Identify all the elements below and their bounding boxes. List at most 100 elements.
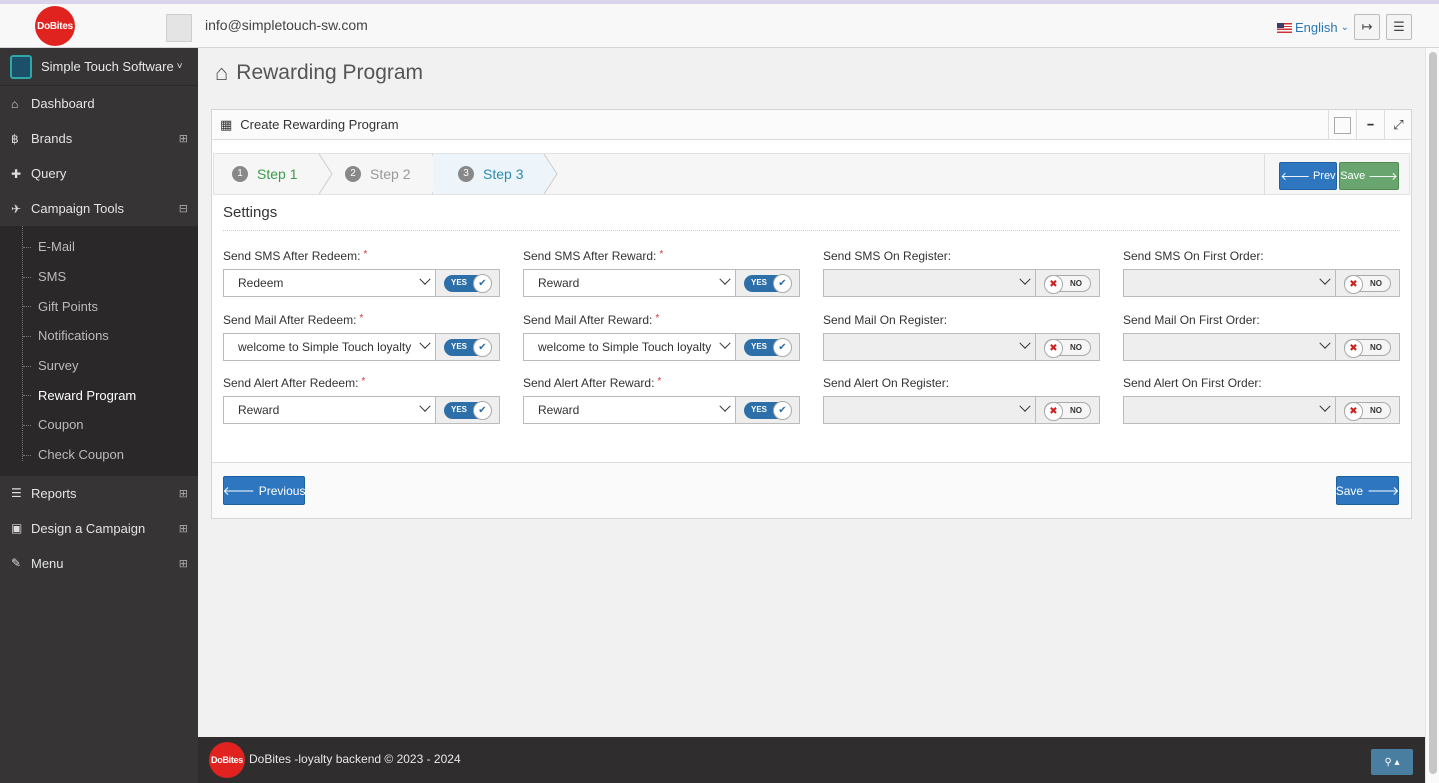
sidebar-item-dashboard[interactable]: ⌂ Dashboard (0, 86, 198, 121)
save-button[interactable]: Save 🡒 (1336, 476, 1399, 505)
sidebar-item-reports[interactable]: ☰ Reports ⊞ (0, 476, 198, 511)
x-icon: ✖ (1044, 338, 1063, 358)
field-label: Send Alert On First Order: (1123, 376, 1400, 390)
sidebar-subitem-reward-program[interactable]: Reward Program (0, 380, 198, 410)
enable-toggle[interactable]: NO ✖ (1044, 401, 1091, 421)
puzzle-icon: ✚ (11, 166, 22, 181)
user-email: info@simpletouch-sw.com (205, 17, 368, 33)
template-select[interactable] (823, 333, 1036, 361)
required-marker: * (359, 313, 364, 324)
template-select[interactable] (1123, 396, 1336, 424)
hamburger-icon: ☰ (1393, 19, 1405, 34)
field-label: Send Mail On First Order: (1123, 313, 1400, 327)
square-icon (1334, 116, 1351, 134)
enable-toggle[interactable]: NO ✖ (1044, 274, 1091, 294)
sidebar-item-query[interactable]: ✚ Query (0, 156, 198, 191)
select-value: Reward (538, 276, 580, 290)
prev-step-button[interactable]: 🡐 Prev (1279, 162, 1337, 190)
logout-button[interactable]: ↦ (1354, 14, 1380, 40)
enable-toggle[interactable]: YES ✔ (444, 273, 492, 293)
sidebar-item-menu[interactable]: ✎ Menu ⊞ (0, 546, 198, 581)
toggle-label: NO (1370, 342, 1382, 352)
table-icon: ▦ (220, 116, 233, 132)
template-select[interactable]: Reward (223, 396, 436, 424)
toggle-container: NO ✖ (1336, 396, 1400, 424)
panel-fullscreen-button[interactable]: ⤢ (1384, 110, 1412, 140)
sidebar-subitem-coupon[interactable]: Coupon (0, 410, 198, 440)
campaign-tools-submenu: E-Mail SMS Gift Points Notifications Sur… (0, 226, 198, 476)
wizard-step-2[interactable]: 2 Step 2 (345, 154, 410, 194)
enable-toggle[interactable]: NO ✖ (1344, 401, 1391, 421)
sidebar-item-label: Reports (31, 485, 77, 501)
user-avatar[interactable] (166, 14, 192, 42)
enable-toggle[interactable]: NO ✖ (1344, 338, 1391, 358)
home-icon: ⌂ (215, 60, 229, 85)
template-select[interactable]: welcome to Simple Touch loyalty (223, 333, 436, 361)
site-selector[interactable]: Simple Touch Software ˅ (0, 48, 198, 86)
enable-toggle[interactable]: YES ✔ (744, 273, 792, 293)
check-icon: ✔ (773, 337, 792, 357)
template-select[interactable]: welcome to Simple Touch loyalty (523, 333, 736, 361)
x-icon: ✖ (1344, 338, 1363, 358)
save-top-button[interactable]: Save 🡒 (1339, 162, 1399, 190)
sidebar-subitem-email[interactable]: E-Mail (0, 232, 198, 262)
panel-minimize-button[interactable]: ━ (1356, 110, 1384, 140)
field-label: Send Alert On Register: (823, 376, 1100, 390)
panel-color-button[interactable] (1328, 110, 1356, 140)
field-label: Send SMS After Reward: * (523, 249, 800, 263)
us-flag-icon (1277, 22, 1292, 33)
previous-button[interactable]: 🡐 Previous (223, 476, 305, 505)
template-select[interactable] (1123, 269, 1336, 297)
scroll-to-top-button[interactable]: ⚲ ▴ (1371, 749, 1413, 775)
enable-toggle[interactable]: YES ✔ (744, 337, 792, 357)
sidebar-item-label: Dashboard (31, 96, 95, 111)
enable-toggle[interactable]: YES ✔ (744, 400, 792, 420)
toggle-label: NO (1370, 278, 1382, 288)
sidebar-item-campaign-tools[interactable]: ✈ Campaign Tools ⊟ (0, 191, 198, 226)
sidebar-subitem-check-coupon[interactable]: Check Coupon (0, 440, 198, 470)
template-select[interactable] (823, 269, 1036, 297)
chevron-down-icon: ⌄ (1340, 22, 1350, 33)
chevron-down-icon (1319, 273, 1331, 285)
toggle-label: YES (751, 277, 768, 287)
sidebar-subitem-gift-points[interactable]: Gift Points (0, 291, 198, 321)
required-marker: * (659, 249, 664, 260)
template-select[interactable] (1123, 333, 1336, 361)
copyright-text: DoBites -loyalty backend © 2023 - 2024 (249, 752, 461, 766)
toggle-label: NO (1070, 278, 1082, 288)
menu-toggle-button[interactable]: ☰ (1386, 14, 1412, 40)
language-selector[interactable]: English ⌄ (1277, 20, 1349, 35)
check-icon: ✔ (773, 400, 792, 420)
panel-footer: 🡐 Previous Save 🡒 (212, 462, 1411, 518)
expand-icon: ⊞ (178, 487, 188, 500)
wizard-step-1[interactable]: 1 Step 1 (232, 154, 297, 194)
enable-toggle[interactable]: YES ✔ (444, 337, 492, 357)
template-select[interactable]: Reward (523, 269, 736, 297)
template-select[interactable] (823, 396, 1036, 424)
template-select[interactable]: Redeem (223, 269, 436, 297)
sidebar-item-brands[interactable]: ฿ Brands ⊞ (0, 121, 198, 156)
required-marker: * (361, 376, 366, 387)
sidebar-item-design-campaign[interactable]: ▣ Design a Campaign ⊞ (0, 511, 198, 546)
expand-icon: ⤢ (1393, 117, 1404, 132)
enable-toggle[interactable]: YES ✔ (444, 400, 492, 420)
expand-icon: ⊞ (178, 557, 188, 570)
sidebar-subitem-survey[interactable]: Survey (0, 351, 198, 381)
enable-toggle[interactable]: NO ✖ (1344, 274, 1391, 294)
page-title: Rewarding Program (236, 61, 424, 84)
enable-toggle[interactable]: NO ✖ (1044, 338, 1091, 358)
sidebar-subitem-notifications[interactable]: Notifications (0, 321, 198, 351)
wizard-step-3[interactable]: 3 Step 3 (458, 154, 523, 194)
check-icon: ✔ (473, 273, 492, 293)
toggle-container: YES ✔ (736, 333, 800, 361)
setting-field: Send SMS After Redeem: * Redeem YES ✔ (223, 249, 500, 297)
field-label: Send Alert After Redeem: * (223, 376, 500, 390)
scrollbar-thumb[interactable] (1429, 52, 1437, 774)
panel-title: Create Rewarding Program (240, 117, 399, 132)
template-select[interactable]: Reward (523, 396, 736, 424)
toggle-container: YES ✔ (736, 269, 800, 297)
scrollbar[interactable] (1425, 48, 1439, 783)
dobites-logo[interactable]: DoBites (35, 6, 75, 46)
check-icon: ✔ (473, 337, 492, 357)
sidebar-subitem-sms[interactable]: SMS (0, 262, 198, 292)
